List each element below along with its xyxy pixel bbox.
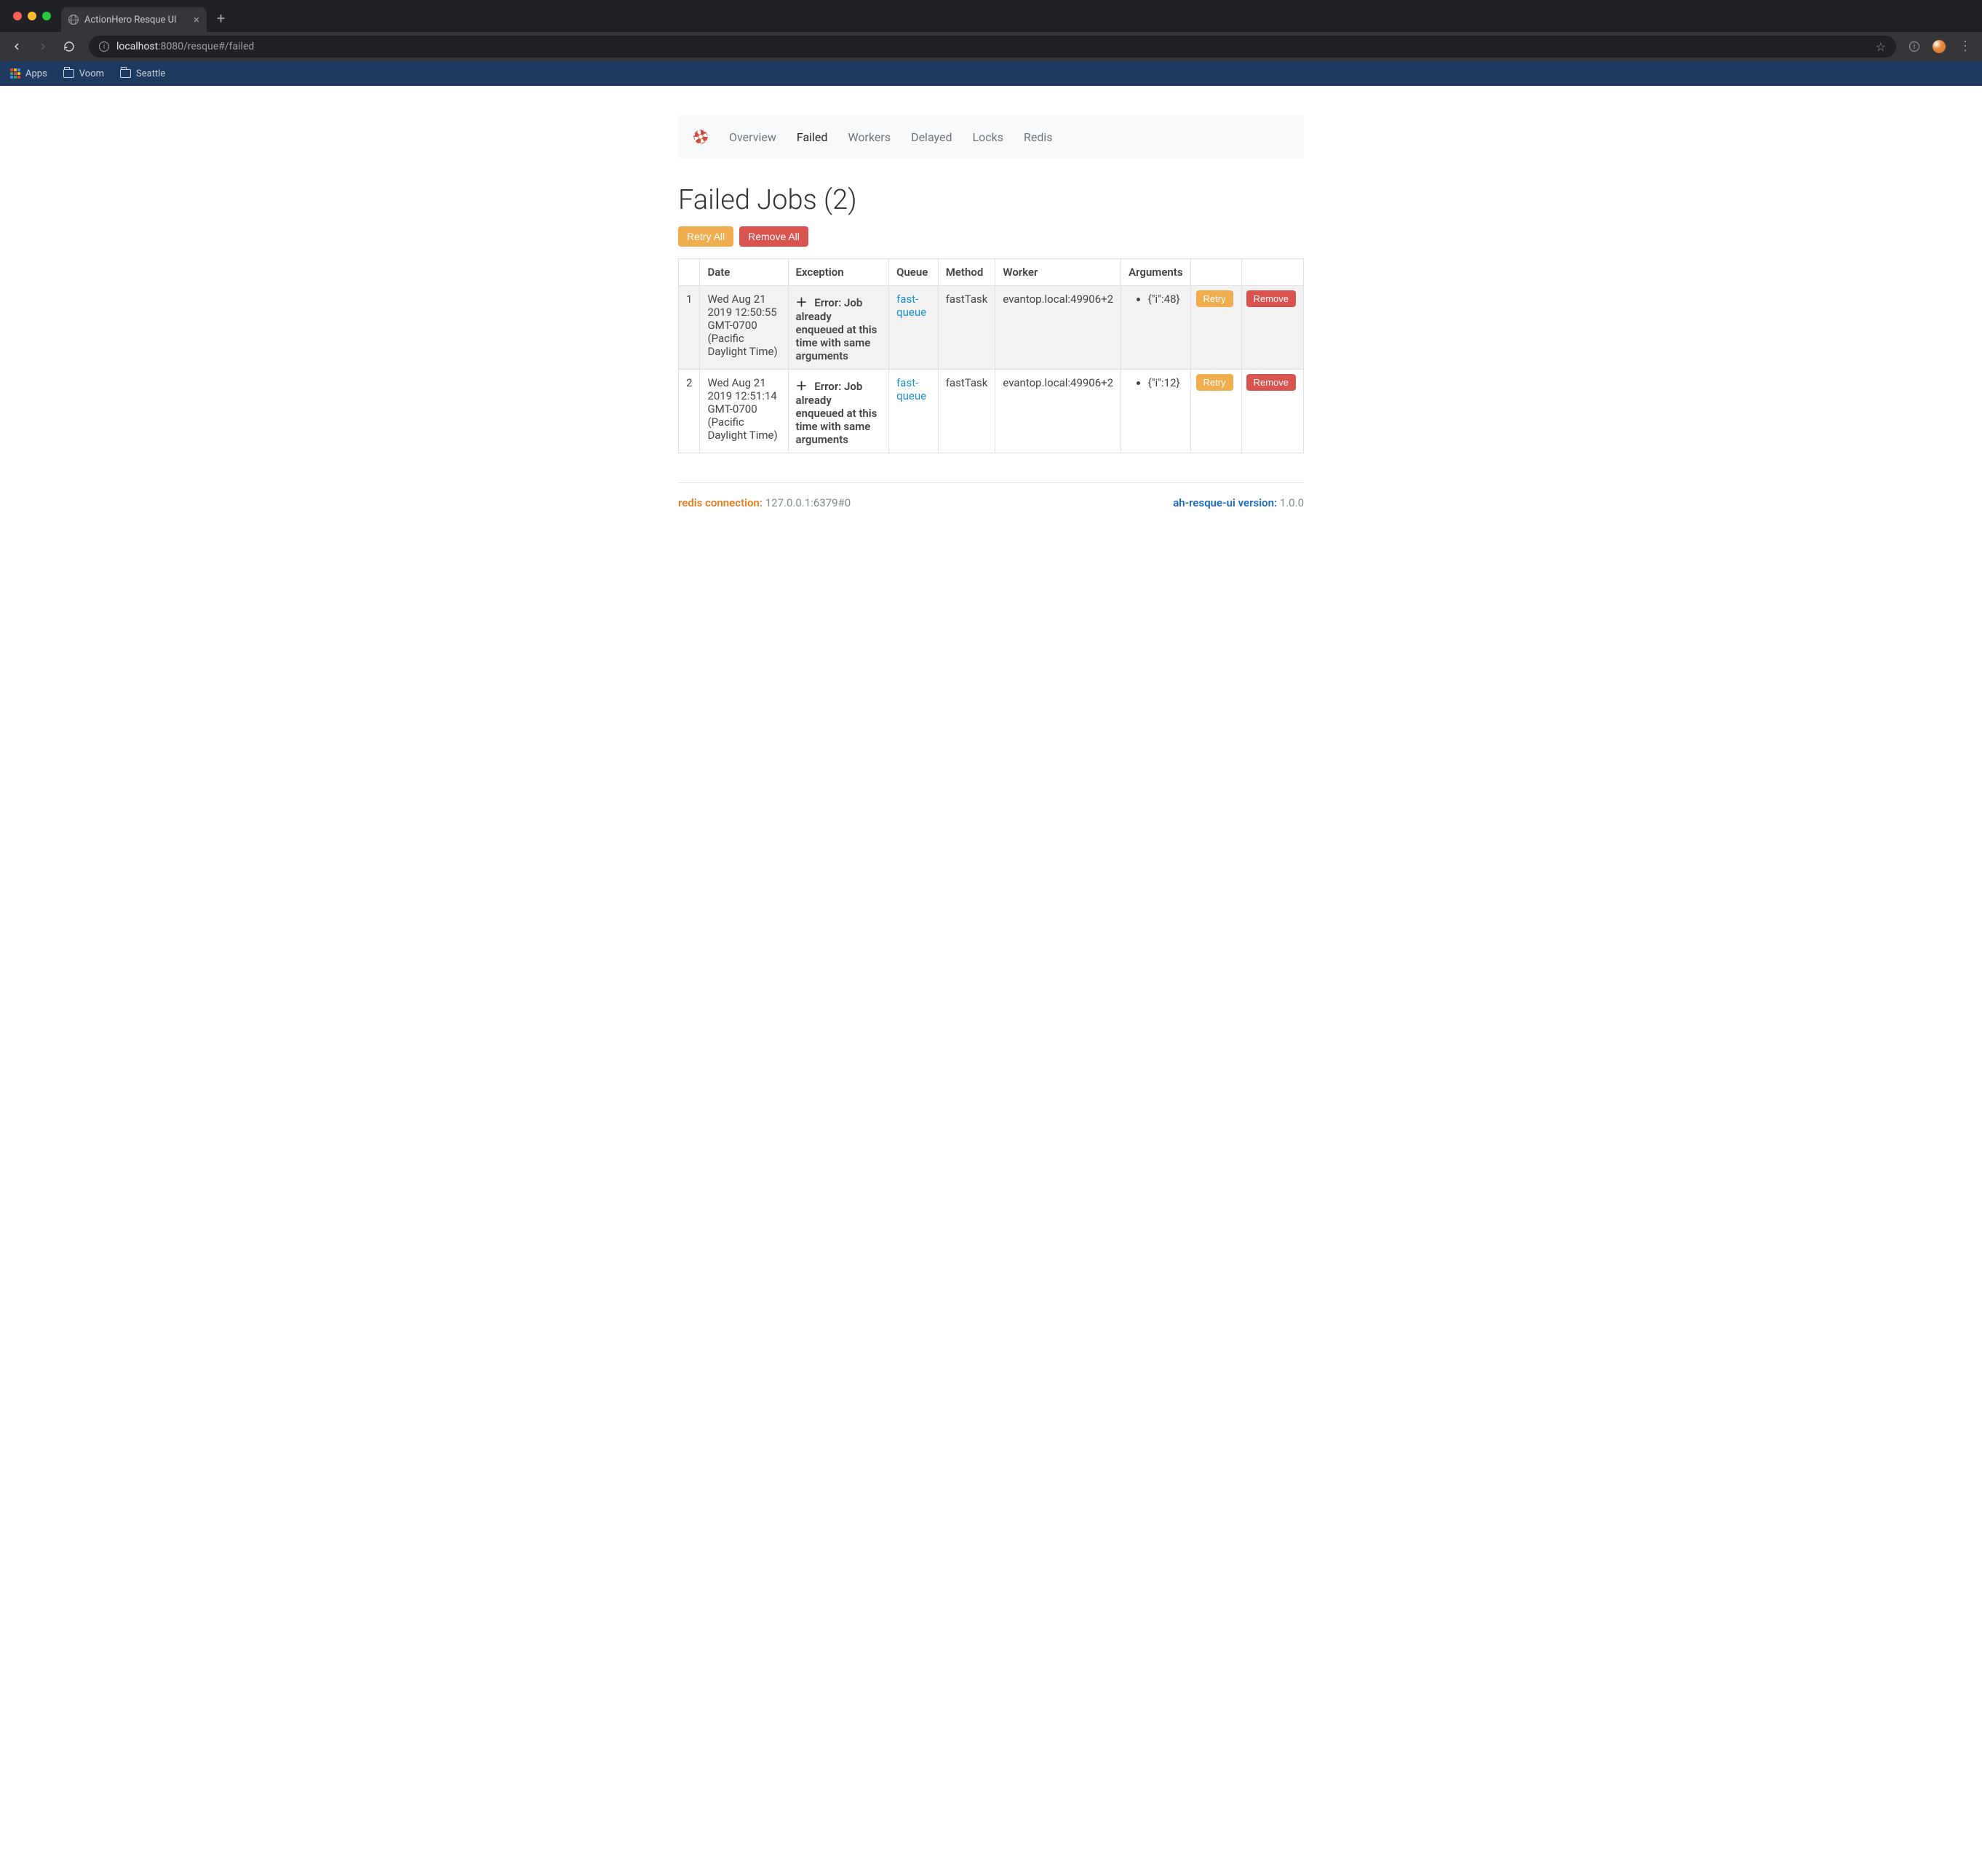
- bulk-actions: Retry All Remove All: [678, 226, 1304, 247]
- title-bar: ActionHero Resque UI × +: [0, 0, 1982, 32]
- remove-all-button[interactable]: Remove All: [739, 226, 808, 247]
- reload-button[interactable]: [63, 41, 76, 52]
- tab-close-icon[interactable]: ×: [194, 13, 199, 26]
- th-idx: [679, 259, 700, 286]
- cell-remove: Remove: [1241, 370, 1303, 453]
- cell-retry: Retry: [1190, 286, 1241, 370]
- bookmark-seattle[interactable]: Seattle: [120, 68, 165, 79]
- nav-workers[interactable]: Workers: [848, 130, 891, 144]
- url-path: :8080/resque#/failed: [158, 41, 254, 52]
- cell-worker: evantop.local:49906+2: [995, 286, 1121, 370]
- cell-idx: 2: [679, 370, 700, 453]
- cell-worker: evantop.local:49906+2: [995, 370, 1121, 453]
- argument-item: {"i":48}: [1148, 293, 1180, 306]
- table-header-row: Date Exception Queue Method Worker Argum…: [679, 259, 1304, 286]
- globe-icon: [68, 15, 79, 25]
- page-content: Overview Failed Workers Delayed Locks Re…: [0, 86, 1982, 538]
- cell-date: Wed Aug 21 2019 12:50:55 GMT-0700 (Pacif…: [700, 286, 788, 370]
- th-queue: Queue: [889, 259, 939, 286]
- url-text: localhost:8080/resque#/failed: [116, 41, 254, 52]
- forward-button[interactable]: [36, 41, 49, 52]
- tab-title: ActionHero Resque UI: [84, 15, 177, 25]
- nav-overview[interactable]: Overview: [729, 130, 776, 144]
- remove-button[interactable]: Remove: [1246, 290, 1296, 307]
- url-right-controls: ☆: [1876, 40, 1886, 54]
- expand-icon[interactable]: ＋: [796, 293, 808, 310]
- bookmark-label: Voom: [79, 68, 104, 79]
- expand-icon[interactable]: ＋: [796, 376, 808, 394]
- th-arguments: Arguments: [1121, 259, 1190, 286]
- logo-icon: [693, 129, 709, 145]
- exception-text: Error: Job already enqueued at this time…: [796, 380, 877, 446]
- th-worker: Worker: [995, 259, 1121, 286]
- cell-arguments: {"i":12}: [1121, 370, 1190, 453]
- nav-locks[interactable]: Locks: [973, 130, 1003, 144]
- queue-link[interactable]: fast-queue: [896, 376, 926, 402]
- bookmark-label: Apps: [25, 68, 47, 79]
- browser-tab[interactable]: ActionHero Resque UI ×: [61, 7, 207, 32]
- redis-label: redis connection:: [678, 496, 763, 509]
- version-value: 1.0.0: [1280, 496, 1304, 509]
- th-retry: [1190, 259, 1241, 286]
- retry-button[interactable]: Retry: [1196, 290, 1233, 307]
- table-row: 1 Wed Aug 21 2019 12:50:55 GMT-0700 (Pac…: [679, 286, 1304, 370]
- url-host: localhost: [116, 41, 158, 52]
- profile-avatar[interactable]: [1933, 40, 1946, 53]
- th-exception: Exception: [788, 259, 889, 286]
- bookmark-apps[interactable]: Apps: [10, 68, 47, 79]
- bookmarks-bar: Apps Voom Seattle: [0, 61, 1982, 86]
- window-close-button[interactable]: [13, 12, 22, 20]
- nav-delayed[interactable]: Delayed: [911, 130, 952, 144]
- tabs-strip: ActionHero Resque UI × +: [61, 0, 225, 32]
- th-remove: [1241, 259, 1303, 286]
- apps-icon: [10, 68, 20, 79]
- app-nav: Overview Failed Workers Delayed Locks Re…: [678, 115, 1304, 159]
- failed-jobs-table: Date Exception Queue Method Worker Argum…: [678, 258, 1304, 453]
- th-date: Date: [700, 259, 788, 286]
- argument-item: {"i":12}: [1148, 376, 1180, 389]
- back-button[interactable]: [10, 41, 23, 52]
- cell-idx: 1: [679, 286, 700, 370]
- page-title: Failed Jobs (2): [678, 184, 1304, 216]
- window-minimize-button[interactable]: [28, 12, 36, 20]
- bookmark-star-icon[interactable]: ☆: [1876, 40, 1886, 54]
- cell-method: fastTask: [938, 286, 995, 370]
- folder-icon: [63, 69, 74, 78]
- bookmark-label: Seattle: [136, 68, 165, 79]
- th-method: Method: [938, 259, 995, 286]
- menu-icon[interactable]: ⋮: [1959, 40, 1972, 53]
- new-tab-button[interactable]: +: [217, 9, 225, 27]
- version-label: ah-resque-ui version:: [1173, 496, 1277, 509]
- nav-redis[interactable]: Redis: [1024, 130, 1053, 144]
- site-info-icon[interactable]: i: [1909, 41, 1919, 52]
- cell-date: Wed Aug 21 2019 12:51:14 GMT-0700 (Pacif…: [700, 370, 788, 453]
- retry-button[interactable]: Retry: [1196, 374, 1233, 391]
- traffic-lights: [13, 12, 51, 20]
- cell-queue: fast-queue: [889, 286, 939, 370]
- cell-queue: fast-queue: [889, 370, 939, 453]
- cell-arguments: {"i":48}: [1121, 286, 1190, 370]
- cell-retry: Retry: [1190, 370, 1241, 453]
- cell-method: fastTask: [938, 370, 995, 453]
- browser-window: ActionHero Resque UI × + i localhost:808…: [0, 0, 1982, 538]
- cell-remove: Remove: [1241, 286, 1303, 370]
- info-icon[interactable]: i: [99, 41, 109, 52]
- footer: redis connection: 127.0.0.1:6379#0 ah-re…: [678, 482, 1304, 509]
- footer-redis: redis connection: 127.0.0.1:6379#0: [678, 496, 851, 509]
- footer-version: ah-resque-ui version: 1.0.0: [1173, 496, 1304, 509]
- cell-exception: ＋ Error: Job already enqueued at this ti…: [788, 370, 889, 453]
- bookmark-voom[interactable]: Voom: [63, 68, 104, 79]
- nav-failed[interactable]: Failed: [797, 130, 828, 144]
- address-bar: i localhost:8080/resque#/failed ☆ i ⋮: [0, 32, 1982, 61]
- window-zoom-button[interactable]: [42, 12, 51, 20]
- retry-all-button[interactable]: Retry All: [678, 226, 733, 247]
- cell-exception: ＋ Error: Job already enqueued at this ti…: [788, 286, 889, 370]
- table-row: 2 Wed Aug 21 2019 12:51:14 GMT-0700 (Pac…: [679, 370, 1304, 453]
- url-input[interactable]: i localhost:8080/resque#/failed ☆: [89, 36, 1896, 57]
- queue-link[interactable]: fast-queue: [896, 293, 926, 319]
- redis-value: 127.0.0.1:6379#0: [765, 496, 851, 509]
- folder-icon: [120, 69, 131, 78]
- remove-button[interactable]: Remove: [1246, 374, 1296, 391]
- exception-text: Error: Job already enqueued at this time…: [796, 296, 877, 362]
